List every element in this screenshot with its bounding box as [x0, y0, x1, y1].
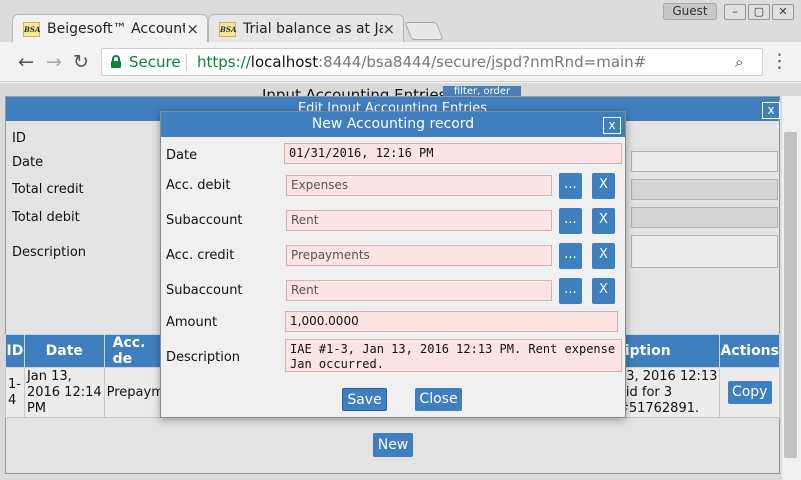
total-debit-field: [631, 207, 778, 228]
tab-beigesoft[interactable]: BSA Beigesoft™ Accounti ×: [12, 14, 208, 44]
date-field[interactable]: [631, 151, 778, 172]
url-text[interactable]: https://localhost:8444/bsa8444/secure/js…: [197, 53, 646, 71]
date-label: Date: [166, 148, 198, 163]
subaccount-credit-pick-button[interactable]: ...: [559, 278, 582, 304]
close-window-icon[interactable]: ✕: [772, 4, 794, 20]
tab-title: Beigesoft™ Accounti: [47, 21, 185, 37]
tab-title: Trial balance as at Ja: [243, 21, 383, 37]
bsa-favicon-icon: BSA: [219, 22, 236, 37]
close-button[interactable]: Close: [415, 388, 462, 411]
save-button[interactable]: Save: [342, 388, 387, 411]
back-arrow-icon[interactable]: ←: [18, 51, 34, 73]
row-id: 1- 4: [5, 367, 25, 418]
description-field[interactable]: [631, 235, 778, 268]
secure-label: Secure: [129, 53, 181, 71]
tab-trial-balance[interactable]: BSA Trial balance as at Ja ×: [208, 14, 404, 44]
acc-credit-pick-button[interactable]: ...: [559, 243, 582, 269]
new-tab-button[interactable]: [404, 22, 444, 40]
subaccount-debit-pick-button[interactable]: ...: [559, 208, 582, 234]
scrollbar-thumb[interactable]: [784, 132, 797, 458]
row-date: Jan 13, 2016 12:14 PM: [23, 367, 105, 418]
url-host: localhost: [250, 53, 319, 71]
subaccount-credit-input[interactable]: Rent: [286, 280, 552, 301]
col-acc-debit-header: Acc. de: [103, 334, 167, 368]
subaccount-credit-clear-button[interactable]: X: [592, 278, 615, 304]
lock-icon: [111, 55, 121, 68]
description-textarea[interactable]: IAE #1-3, Jan 13, 2016 12:13 PM. Rent ex…: [285, 339, 622, 372]
forward-arrow-icon[interactable]: →: [46, 51, 62, 73]
description-label: Description: [12, 245, 87, 260]
total-credit-field: [631, 179, 778, 200]
subaccount-debit-clear-button[interactable]: X: [592, 208, 615, 234]
amount-input[interactable]: 1,000.0000: [285, 311, 618, 332]
acc-debit-clear-button[interactable]: X: [592, 173, 615, 199]
kebab-menu-icon[interactable]: ⋮: [770, 50, 789, 72]
description-label: Description: [166, 350, 241, 365]
reload-icon[interactable]: ↻: [73, 51, 89, 73]
url-path: :8444/bsa8444/secure/jspd?nmRnd=main#: [318, 53, 647, 71]
col-actions-header: Actions: [719, 334, 780, 368]
col-date-header: Date: [23, 334, 105, 368]
col-id-header: ID: [5, 334, 25, 368]
acc-debit-input[interactable]: Expenses: [286, 175, 552, 196]
address-bar[interactable]: Secure https://localhost:8444/bsa8444/se…: [101, 48, 763, 76]
modal-close-icon[interactable]: x: [603, 117, 621, 134]
id-label: ID: [12, 131, 26, 146]
col-description-header: ription: [614, 334, 721, 368]
row-description: 13, 2016 12:13 aid for 3 #51762891.: [614, 367, 721, 418]
total-credit-label: Total credit: [12, 182, 84, 197]
maximize-icon[interactable]: ▢: [748, 4, 770, 20]
bsa-favicon-icon: BSA: [23, 22, 40, 37]
divider: [186, 54, 187, 71]
minimize-icon[interactable]: –: [724, 4, 746, 20]
tab-close-icon[interactable]: ×: [382, 20, 395, 38]
subaccount-debit-label: Subaccount: [166, 213, 243, 228]
date-input[interactable]: 01/31/2016, 12:16 PM: [284, 143, 622, 164]
new-button[interactable]: New: [373, 433, 413, 457]
copy-button[interactable]: Copy: [727, 381, 772, 404]
subaccount-debit-input[interactable]: Rent: [286, 210, 552, 231]
amount-label: Amount: [166, 315, 218, 330]
modal-title: New Accounting record: [161, 112, 625, 137]
tab-close-icon[interactable]: ×: [186, 20, 199, 38]
edit-dialog-close-button[interactable]: x: [762, 102, 780, 119]
acc-credit-label: Acc. credit: [166, 248, 235, 263]
row-actions: Copy: [719, 367, 780, 418]
date-label: Date: [12, 155, 44, 170]
url-scheme: https://: [197, 53, 251, 71]
search-icon[interactable]: ⌕: [735, 53, 743, 71]
acc-debit-label: Acc. debit: [166, 178, 231, 193]
acc-credit-clear-button[interactable]: X: [592, 243, 615, 269]
acc-credit-input[interactable]: Prepayments: [286, 245, 552, 266]
new-record-modal: New Accounting record x Date 01/31/2016,…: [160, 111, 626, 418]
subaccount-credit-label: Subaccount: [166, 283, 243, 298]
row-acc-debit: Prepaym: [103, 367, 167, 418]
total-debit-label: Total debit: [12, 210, 80, 225]
acc-debit-pick-button[interactable]: ...: [559, 173, 582, 199]
profile-button[interactable]: Guest: [663, 3, 717, 20]
